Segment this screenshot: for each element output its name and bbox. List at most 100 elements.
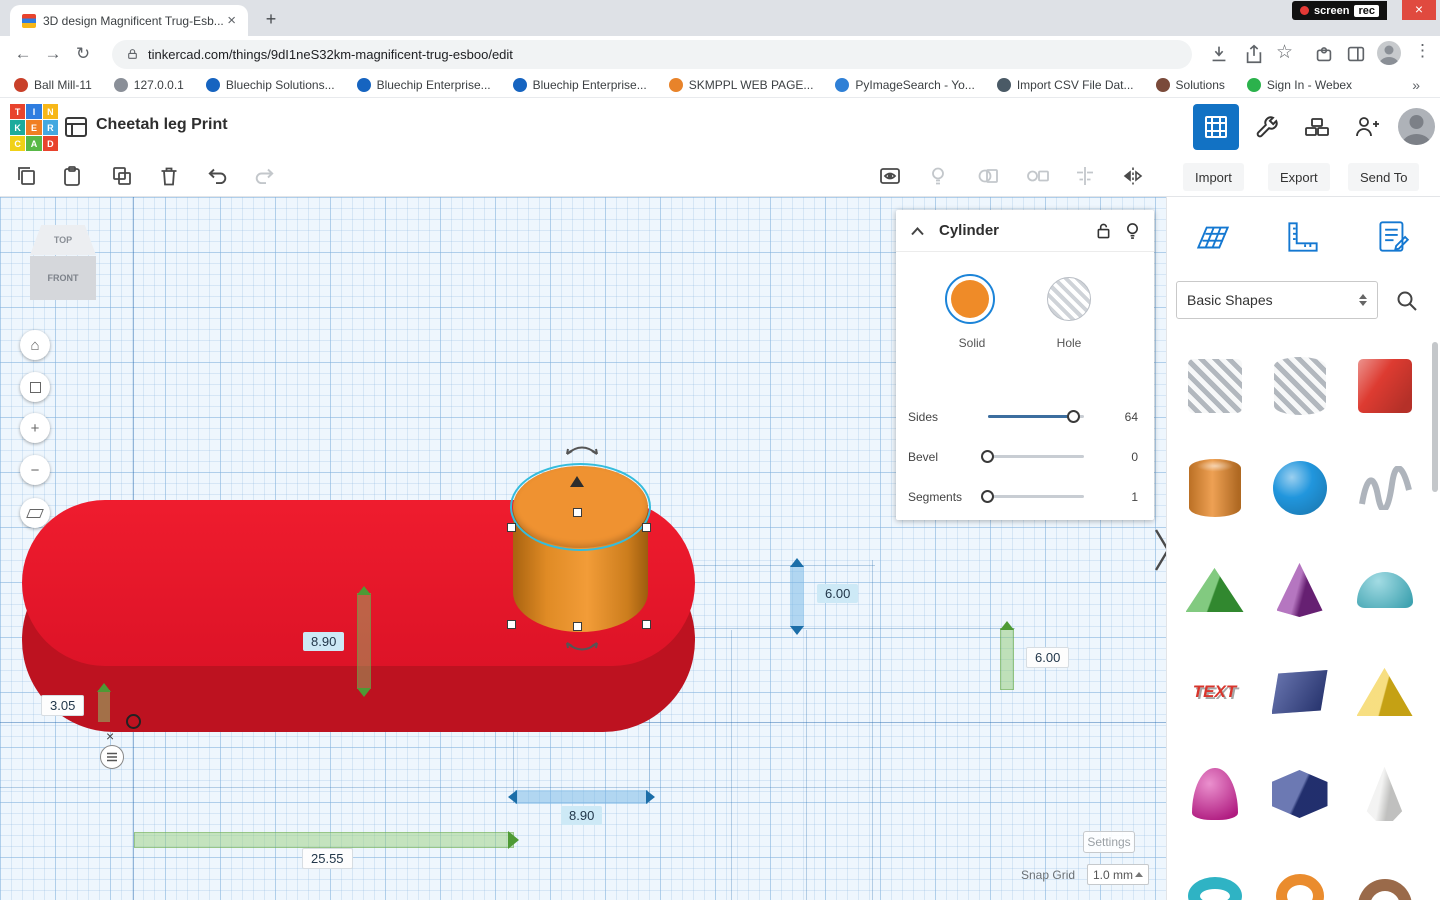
new-tab-button[interactable]: +: [258, 7, 284, 33]
shape-item-torus[interactable]: [1172, 846, 1257, 900]
scale-handle-bottom[interactable]: [573, 622, 582, 631]
side-panel-icon[interactable]: [1345, 43, 1367, 65]
dashboard-grid-button[interactable]: [1193, 104, 1239, 150]
shape-item-half-sphere[interactable]: [1342, 540, 1427, 640]
dimension-label-base-height[interactable]: 6.00: [1026, 647, 1070, 668]
cylinder-shape-top[interactable]: [513, 466, 648, 548]
rotate-handle-bottom[interactable]: [562, 640, 602, 656]
dimension-label-elevation[interactable]: 3.05: [41, 695, 85, 716]
ruler-anchor[interactable]: [126, 714, 141, 729]
bookmarks-overflow-icon[interactable]: »: [1412, 77, 1426, 93]
notes-tool-icon[interactable]: [1368, 212, 1418, 262]
reload-icon[interactable]: ↻: [68, 44, 98, 64]
scale-handle-bottom-left[interactable]: [507, 620, 516, 629]
bookmark-item[interactable]: 127.0.0.1: [113, 77, 184, 92]
fit-view-button[interactable]: [20, 372, 50, 402]
forward-icon[interactable]: →: [38, 44, 68, 64]
delete-icon[interactable]: [157, 164, 183, 190]
shape-item-paraboloid[interactable]: [1172, 744, 1257, 844]
shape-item-text[interactable]: TEXT: [1172, 642, 1257, 742]
shape-item-cylinder-hole[interactable]: [1257, 336, 1342, 436]
shape-item-tube[interactable]: [1257, 846, 1342, 900]
browser-tab[interactable]: 3D design Magnificent Trug-Esb... ×: [10, 5, 248, 36]
sides-slider-knob[interactable]: [1067, 410, 1080, 423]
bookmark-item[interactable]: Import CSV File Dat...: [996, 77, 1134, 92]
redo-icon[interactable]: [252, 164, 278, 190]
bookmark-item[interactable]: Bluechip Enterprise...: [512, 77, 647, 92]
dimension-arrow-base-length[interactable]: [134, 832, 514, 848]
paste-icon[interactable]: [60, 164, 86, 190]
invite-person-icon[interactable]: [1350, 110, 1384, 144]
duplicate-icon[interactable]: [110, 164, 136, 190]
shape-item-scribble[interactable]: [1342, 438, 1427, 538]
dimension-label-base-length[interactable]: 25.55: [302, 848, 353, 869]
bookmark-item[interactable]: Solutions: [1155, 77, 1225, 92]
shape-item-sphere[interactable]: [1257, 438, 1342, 538]
browser-profile-avatar[interactable]: [1377, 41, 1401, 65]
ungroup-icon[interactable]: [1025, 164, 1051, 190]
bevel-slider[interactable]: [988, 455, 1084, 458]
back-icon[interactable]: ←: [8, 44, 38, 64]
ruler-tool-icon[interactable]: [1278, 212, 1328, 262]
dimension-label-cyl-width[interactable]: 8.90: [561, 806, 603, 825]
show-all-icon[interactable]: [878, 164, 904, 190]
zoom-in-button[interactable]: +: [20, 413, 50, 443]
dimension-label-base-width[interactable]: 8.90: [303, 632, 345, 651]
snap-grid-dropdown[interactable]: 1.0 mm: [1087, 864, 1149, 885]
dimension-arrow-base-height[interactable]: [1000, 628, 1014, 690]
settings-button[interactable]: Settings: [1083, 831, 1135, 853]
rotate-handle-top[interactable]: [562, 441, 602, 457]
shape-item-hex-prism[interactable]: [1257, 744, 1342, 844]
design-title[interactable]: Cheetah leg Print: [96, 116, 228, 134]
tab-close-icon[interactable]: ×: [223, 12, 240, 29]
ruler-options-button[interactable]: [100, 745, 124, 769]
ruler-close-icon[interactable]: ×: [106, 728, 114, 744]
collapse-chevron-up-icon[interactable]: [910, 226, 925, 236]
design-properties-icon[interactable]: [62, 113, 90, 141]
shape-item-cylinder[interactable]: [1172, 438, 1257, 538]
bevel-slider-knob[interactable]: [981, 450, 994, 463]
extensions-puzzle-icon[interactable]: [1313, 43, 1335, 65]
send-to-button[interactable]: Send To: [1348, 163, 1420, 191]
shape-item-round-cone[interactable]: [1342, 744, 1427, 844]
shape-item-roof[interactable]: [1172, 540, 1257, 640]
viewcube-front-face[interactable]: FRONT: [30, 256, 96, 300]
share-icon[interactable]: [1243, 43, 1265, 65]
download-icon[interactable]: [1208, 43, 1230, 65]
scale-handle-top[interactable]: [573, 508, 582, 517]
bookmark-item[interactable]: Sign In - Webex: [1246, 77, 1352, 92]
shape-item-cone[interactable]: [1257, 540, 1342, 640]
light-bulb-icon[interactable]: [1125, 222, 1140, 240]
group-icon[interactable]: [976, 164, 1002, 190]
export-button[interactable]: Export: [1268, 163, 1330, 191]
dimension-arrow-base-width[interactable]: [357, 593, 371, 689]
shape-category-dropdown[interactable]: Basic Shapes: [1176, 281, 1378, 319]
copy-icon[interactable]: [14, 164, 40, 190]
tools-wrench-icon[interactable]: [1250, 110, 1284, 144]
tinkercad-logo[interactable]: T I N K E R C A D: [10, 104, 58, 151]
dimension-arrow-cyl-width[interactable]: [515, 790, 648, 804]
dimension-arrow-cyl-height[interactable]: [790, 565, 804, 627]
solid-option[interactable]: [945, 274, 995, 324]
mirror-icon[interactable]: [1121, 164, 1147, 190]
workplane-tool-icon[interactable]: [1188, 212, 1238, 262]
hole-option[interactable]: [1047, 277, 1091, 321]
sidebar-scrollbar[interactable]: [1432, 342, 1438, 492]
import-button[interactable]: Import: [1183, 163, 1244, 191]
scale-handle-bottom-right[interactable]: [642, 620, 651, 629]
url-bar[interactable]: tinkercad.com/things/9dI1neS32km-magnifi…: [112, 40, 1192, 69]
user-avatar[interactable]: [1398, 108, 1435, 145]
dimension-arrow-elevation[interactable]: [98, 690, 110, 722]
shape-item-polygon[interactable]: [1257, 642, 1342, 742]
undo-icon[interactable]: [206, 164, 232, 190]
browser-menu-icon[interactable]: ⋮: [1414, 41, 1431, 61]
light-bulb-icon[interactable]: [926, 164, 952, 190]
segments-slider[interactable]: [988, 495, 1084, 498]
blocks-icon[interactable]: [1300, 110, 1334, 144]
home-view-button[interactable]: ⌂: [20, 330, 50, 360]
zoom-out-button[interactable]: −: [20, 455, 50, 485]
shape-item-half-torus[interactable]: [1342, 846, 1427, 900]
dimension-label-cyl-height[interactable]: 6.00: [817, 584, 859, 603]
bookmark-star-icon[interactable]: ☆: [1276, 41, 1293, 64]
bookmark-item[interactable]: Bluechip Solutions...: [205, 77, 335, 92]
